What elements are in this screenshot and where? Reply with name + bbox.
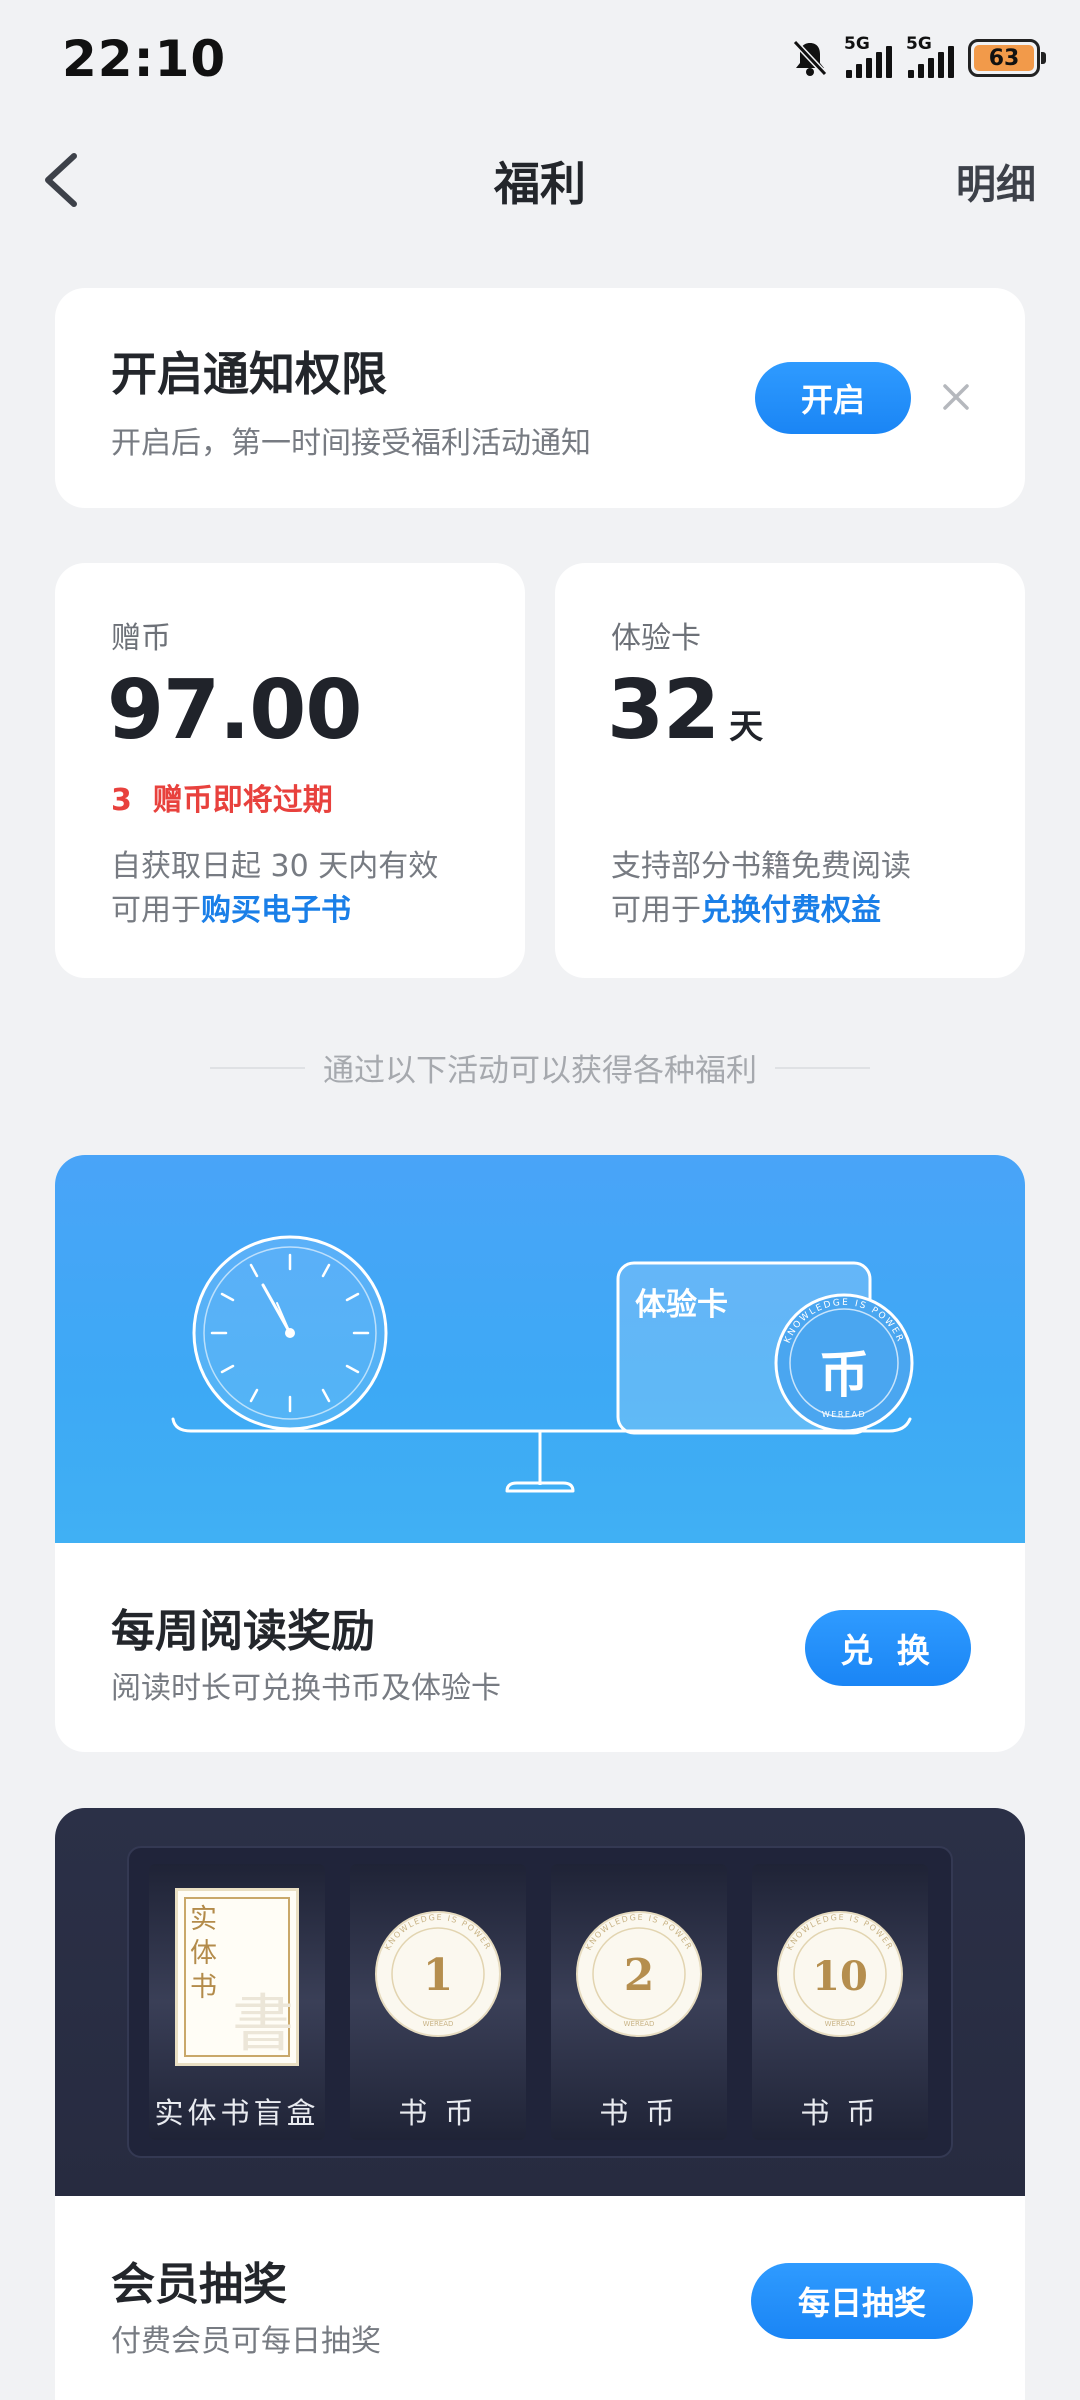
notification-subtitle: 开启后，第一时间接受福利活动通知 [111, 426, 591, 461]
coin-icon: KNOWLEDGE IS POWER WEREAD 10 [777, 1911, 903, 2037]
validity-days: 30 [270, 849, 309, 884]
slot-label: 书 币 [398, 2096, 478, 2130]
weekly-reward-card[interactable]: KNOWLEDGE IS POWER WEREAD 体验卡 币 每周阅读奖励 阅… [55, 1155, 1025, 1752]
slot-label: 书 币 [800, 2096, 880, 2130]
validity-suffix: 天内有效 [308, 849, 439, 884]
trial-label: 体验卡 [611, 621, 701, 656]
lottery-title: 会员抽奖 [111, 2259, 287, 2310]
usage-prefix: 可用于 [111, 893, 201, 928]
usage-prefix: 可用于 [611, 893, 701, 928]
weekly-reward-subtitle: 阅读时长可兑换书币及体验卡 [111, 1671, 501, 1706]
coin-icon: KNOWLEDGE IS POWER WEREAD 2 [576, 1911, 702, 2037]
notification-card: 开启通知权限 开启后，第一时间接受福利活动通知 开启 [55, 288, 1025, 508]
clock-scale-illustration: KNOWLEDGE IS POWER WEREAD [171, 1235, 914, 1493]
coin-value: 1 [423, 1950, 454, 2001]
coins-validity: 自获取日起 30 天内有效 [111, 841, 438, 885]
page-title: 福利 [494, 157, 586, 211]
daily-draw-button[interactable]: 每日抽奖 [751, 2263, 973, 2339]
slot-book-box: 实体书 書 实体书盲盒 [149, 1864, 325, 2140]
status-icons: 5G 5G 63 [790, 34, 1046, 78]
expire-count: 3 [111, 783, 132, 818]
svg-text:WEREAD: WEREAD [624, 2020, 655, 2028]
trial-card[interactable]: 体验卡 32 天 支持部分书籍免费阅读 可用于兑换付费权益 [555, 563, 1025, 978]
enable-notification-button[interactable]: 开启 [755, 362, 911, 434]
book-box-icon: 实体书 書 [175, 1888, 299, 2066]
coin-icon: KNOWLEDGE IS POWER WEREAD 1 [375, 1911, 501, 2037]
divider-line [210, 1066, 305, 1069]
trial-days: 32 [607, 663, 720, 758]
slot-machine: 实体书 書 实体书盲盒 KNOWLEDGE IS POWER WEREAD 1 … [127, 1846, 953, 2158]
trial-unit: 天 [729, 707, 763, 747]
validity-prefix: 自获取日起 [111, 849, 271, 884]
lottery-banner: 实体书 書 实体书盲盒 KNOWLEDGE IS POWER WEREAD 1 … [55, 1808, 1025, 2196]
coin-value: 10 [812, 1953, 868, 2000]
battery-icon: 63 [968, 39, 1046, 77]
weekly-reward-title: 每周阅读奖励 [111, 1606, 375, 1657]
coin-value: 2 [624, 1950, 655, 2001]
coins-value: 97.00 [107, 663, 362, 758]
clock-icon [192, 1235, 388, 1431]
divider-line [775, 1066, 870, 1069]
trial-desc: 支持部分书籍免费阅读 [611, 849, 911, 884]
book-box-watermark: 書 [231, 1987, 294, 2060]
trial-usage: 可用于兑换付费权益 [611, 885, 881, 929]
close-icon[interactable] [935, 376, 977, 418]
notification-title: 开启通知权限 [111, 347, 387, 401]
weekly-banner: KNOWLEDGE IS POWER WEREAD 体验卡 币 [55, 1155, 1025, 1543]
slot-coin-10: KNOWLEDGE IS POWER WEREAD 10 书 币 [752, 1864, 928, 2140]
exchange-button[interactable]: 兑 换 [805, 1610, 971, 1686]
slot-label: 书 币 [599, 2096, 679, 2130]
slot-coin-2: KNOWLEDGE IS POWER WEREAD 2 书 币 [551, 1864, 727, 2140]
slot-label: 实体书盲盒 [154, 2096, 320, 2130]
coin-ring-bottom: WEREAD [822, 1410, 866, 1419]
coins-expire-notice[interactable]: 3 赠币即将过期 [111, 775, 333, 819]
trial-value: 32 天 [607, 663, 763, 758]
coins-card[interactable]: 赠币 97.00 3 赠币即将过期 自获取日起 30 天内有效 可用于购买电子书 [55, 563, 525, 978]
network-type: 5G [844, 34, 870, 54]
network-type: 5G [906, 34, 932, 54]
book-box-label: 实体书 [190, 1904, 217, 2003]
banner-card-text: 体验卡 [635, 1287, 728, 1323]
status-time: 22:10 [62, 30, 227, 88]
section-divider: 通过以下活动可以获得各种福利 [0, 1045, 1080, 1090]
signal-icon: 5G [906, 34, 954, 78]
coins-label: 赠币 [111, 621, 171, 656]
lottery-subtitle: 付费会员可每日抽奖 [111, 2324, 381, 2359]
coins-usage: 可用于购买电子书 [111, 885, 351, 929]
banner-coin-char: 币 [819, 1345, 869, 1404]
svg-text:WEREAD: WEREAD [825, 2020, 856, 2028]
detail-button[interactable]: 明细 [956, 152, 1036, 210]
signal-icon: 5G [844, 34, 892, 78]
member-lottery-card[interactable]: 实体书 書 实体书盲盒 KNOWLEDGE IS POWER WEREAD 1 … [55, 1808, 1025, 2400]
slot-coin-1: KNOWLEDGE IS POWER WEREAD 1 书 币 [350, 1864, 526, 2140]
redeem-benefits-link[interactable]: 兑换付费权益 [701, 893, 881, 928]
bell-muted-icon [792, 39, 828, 77]
divider-text: 通过以下活动可以获得各种福利 [323, 1053, 757, 1089]
buy-ebook-link[interactable]: 购买电子书 [201, 893, 351, 928]
svg-text:WEREAD: WEREAD [423, 2020, 454, 2028]
expire-text: 赠币即将过期 [152, 783, 333, 818]
battery-level: 63 [974, 45, 1034, 71]
